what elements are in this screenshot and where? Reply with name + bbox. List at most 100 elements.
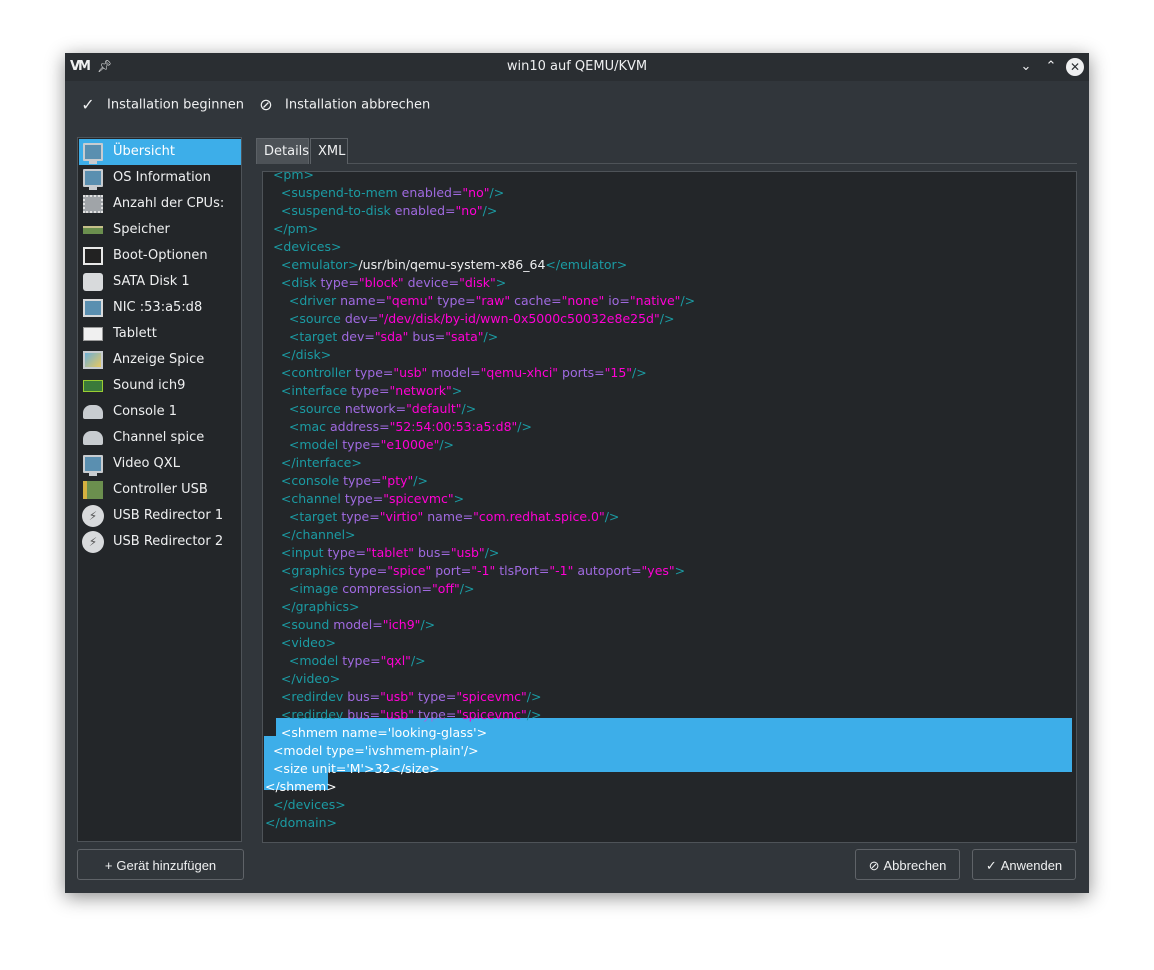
sidebar-item-video[interactable]: Video QXL — [79, 451, 241, 477]
plus-icon: + — [104, 858, 113, 873]
code-line: <source dev="/dev/disk/by-id/wwn-0x5000c… — [265, 310, 1075, 328]
code-token: </interface> — [280, 455, 362, 470]
sidebar-item-usb-redirector-1[interactable]: ⚡︎ USB Redirector 1 — [79, 503, 241, 529]
sidebar-item-usb-controller[interactable]: Controller USB — [79, 477, 241, 503]
code-token: "spicevmc" — [456, 707, 527, 722]
apply-label: Anwenden — [1000, 858, 1063, 873]
sidebar-item-sound[interactable]: Sound ich9 — [79, 373, 241, 399]
apply-button[interactable]: ✓ Anwenden — [972, 849, 1076, 880]
tab-details[interactable]: Details — [256, 138, 309, 164]
code-token: model= — [431, 365, 481, 380]
close-icon[interactable]: ✕ — [1066, 58, 1084, 76]
code-token: /> — [526, 707, 542, 722]
hardware-list[interactable]: Übersicht OS Information Anzahl der CPUs… — [77, 137, 242, 842]
code-token: "sata" — [445, 329, 484, 344]
code-token: enabled= — [401, 185, 463, 200]
code-line: <driver name="qemu" type="raw" cache="no… — [265, 292, 1075, 310]
cancel-button[interactable]: ⊘ Abbrechen — [855, 849, 960, 880]
code-token: bus= — [347, 689, 381, 704]
code-token: <suspend-to-disk — [280, 203, 395, 218]
code-token: "usb" — [450, 545, 485, 560]
code-token: "default" — [406, 401, 462, 416]
sidebar-item-usb-redirector-2[interactable]: ⚡︎ USB Redirector 2 — [79, 529, 241, 555]
sidebar-item-display[interactable]: Anzeige Spice — [79, 347, 241, 373]
code-token: <image — [288, 581, 343, 596]
cpu-icon — [83, 195, 103, 213]
sidebar-item-cpus[interactable]: Anzahl der CPUs: — [79, 191, 241, 217]
checkmark-icon: ✓ — [985, 858, 997, 873]
code-line: <input type="tablet" bus="usb"/> — [265, 544, 1075, 562]
sidebar-item-tablet[interactable]: Tablett — [79, 321, 241, 347]
code-token: "native" — [629, 293, 681, 308]
code-token: autoport= — [577, 563, 642, 578]
begin-installation-button[interactable]: ✓ Installation beginnen — [77, 95, 244, 115]
code-token: > — [453, 491, 465, 506]
add-device-button[interactable]: + Gerät hinzufügen — [77, 849, 244, 880]
code-token: <source — [288, 401, 345, 416]
cancel-label: Abbrechen — [883, 858, 947, 873]
code-token: type= — [343, 473, 382, 488]
code-line: <model type='ivshmem-plain'/> — [265, 742, 1075, 760]
minimize-icon[interactable]: ⌄ — [1016, 57, 1036, 77]
code-token: /> — [632, 365, 647, 380]
code-token: <target — [288, 509, 342, 524]
code-token: /> — [461, 401, 477, 416]
code-token: dev= — [344, 311, 379, 326]
sidebar-item-label: USB Redirector 2 — [113, 534, 224, 549]
code-token: <console — [280, 473, 344, 488]
code-token: "raw" — [475, 293, 515, 308]
monitor-icon — [83, 143, 103, 164]
sidebar-item-console[interactable]: Console 1 — [79, 399, 241, 425]
sidebar-item-boot-options[interactable]: Boot-Optionen — [79, 243, 241, 269]
abort-installation-button[interactable]: ⊘ Installation abbrechen — [255, 95, 430, 115]
checkmark-icon: ✓ — [81, 95, 95, 114]
code-token: <pm> — [272, 171, 315, 182]
sidebar-item-overview[interactable]: Übersicht — [79, 139, 241, 165]
code-token: type= — [348, 563, 388, 578]
sidebar-item-os-information[interactable]: OS Information — [79, 165, 241, 191]
add-device-label: Gerät hinzufügen — [116, 858, 217, 873]
code-token: "usb" — [380, 689, 418, 704]
code-line: <suspend-to-mem enabled="no"/> — [265, 184, 1075, 202]
display-icon — [83, 351, 103, 369]
code-token: tlsPort= — [499, 563, 550, 578]
sidebar-item-channel[interactable]: Channel spice — [79, 425, 241, 451]
sidebar-item-label: Anzahl der CPUs: — [113, 196, 225, 211]
title-bar[interactable]: VM 📌︎ win10 auf QEMU/KVM ⌄ ⌃ ✕ — [65, 53, 1089, 81]
code-token: "/dev/disk/by-id/wwn-0x5000c50032e8e25d" — [378, 311, 660, 326]
code-line: <console type="pty"/> — [265, 472, 1075, 490]
code-token: device= — [407, 275, 460, 290]
code-token: "ich9" — [382, 617, 421, 632]
code-token: "virtio" — [379, 509, 428, 524]
code-token: > — [495, 275, 507, 290]
code-line: </domain> — [265, 814, 1075, 832]
code-token: > — [451, 383, 463, 398]
tab-xml[interactable]: XML — [310, 138, 348, 164]
code-token: /> — [439, 437, 455, 452]
code-token: model= — [333, 617, 383, 632]
code-token: /> — [420, 617, 436, 632]
sidebar-item-nic[interactable]: NIC :53:a5:d8 — [79, 295, 241, 321]
sidebar-item-label: USB Redirector 1 — [113, 508, 224, 523]
code-token: <size unit='M'>32</size> — [272, 761, 440, 776]
code-line: </devices> — [265, 796, 1075, 814]
sidebar-item-sata-disk[interactable]: SATA Disk 1 — [79, 269, 241, 295]
code-line: <model type="qxl"/> — [265, 652, 1075, 670]
maximize-icon[interactable]: ⌃ — [1041, 57, 1061, 77]
sidebar-item-label: Controller USB — [113, 482, 208, 497]
code-line: <disk type="block" device="disk"> — [265, 274, 1075, 292]
code-token: type= — [417, 689, 457, 704]
code-line: <suspend-to-disk enabled="no"/> — [265, 202, 1075, 220]
xml-editor[interactable]: <pm> <suspend-to-mem enabled="no"/> <sus… — [262, 171, 1077, 843]
sidebar-item-memory[interactable]: Speicher — [79, 217, 241, 243]
code-token: cache= — [514, 293, 562, 308]
code-token: enabled= — [394, 203, 456, 218]
